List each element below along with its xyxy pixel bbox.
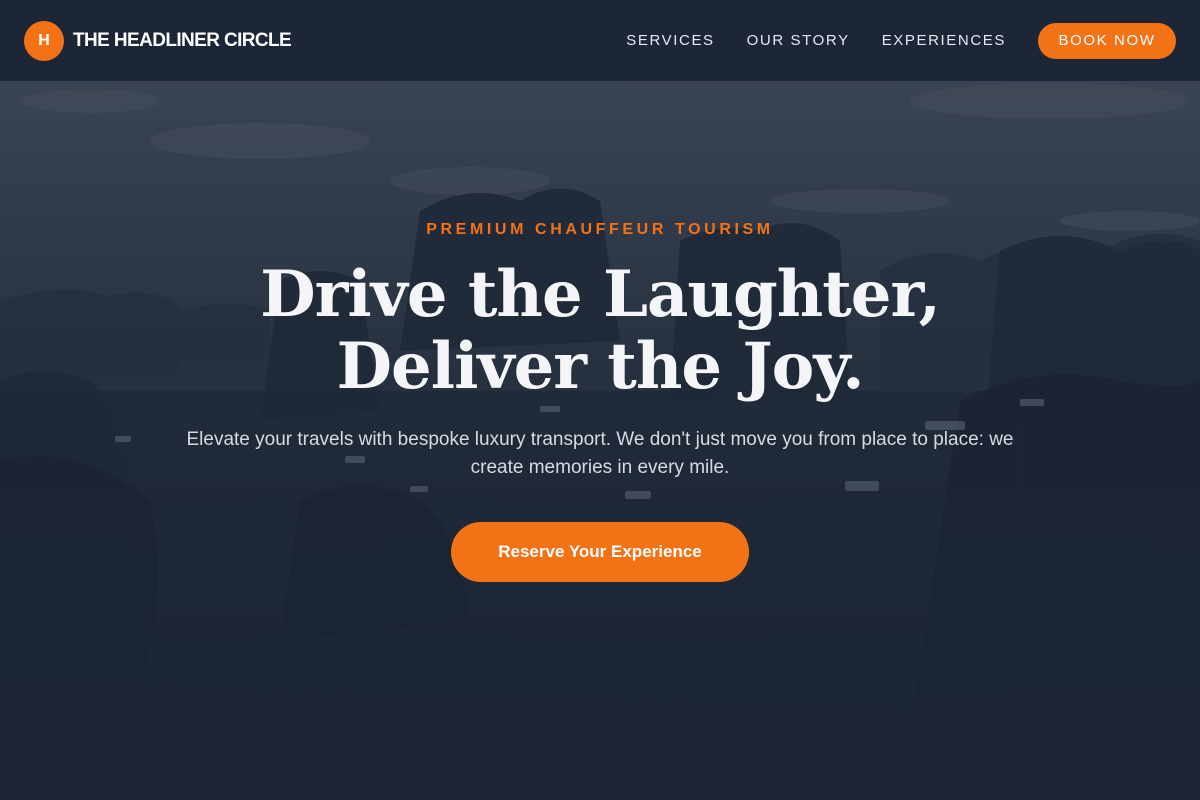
brand-logo[interactable]: H THE HEADLINER CIRCLE [24, 20, 292, 61]
book-now-button[interactable]: BOOK NOW [1038, 22, 1176, 59]
hero-headline-line-1: Drive the Laughter, [260, 257, 941, 332]
hero-subtext: Elevate your travels with bespoke luxury… [186, 429, 1014, 478]
site-header: H THE HEADLINER CIRCLE SERVICES OUR STOR… [0, 0, 1200, 81]
hero-headline-line-2: Deliver the Joy. [336, 329, 865, 404]
main-nav: SERVICES OUR STORY EXPERIENCES BOOK NOW [626, 22, 1176, 59]
hero-content: PREMIUM CHAUFFEUR TOURISM Drive the Laug… [0, 81, 1200, 800]
nav-link-our-story[interactable]: OUR STORY [747, 32, 850, 49]
reserve-experience-button[interactable]: Reserve Your Experience [451, 522, 749, 582]
hero-eyebrow: PREMIUM CHAUFFEUR TOURISM [426, 221, 774, 238]
logo-mark: H [24, 20, 64, 61]
nav-link-experiences[interactable]: EXPERIENCES [882, 32, 1006, 49]
hero-section: PREMIUM CHAUFFEUR TOURISM Drive the Laug… [0, 81, 1200, 800]
nav-link-services[interactable]: SERVICES [626, 32, 714, 49]
hero-headline: Drive the Laughter, Deliver the Joy. [0, 259, 1200, 403]
brand-name: THE HEADLINER CIRCLE [73, 29, 292, 51]
